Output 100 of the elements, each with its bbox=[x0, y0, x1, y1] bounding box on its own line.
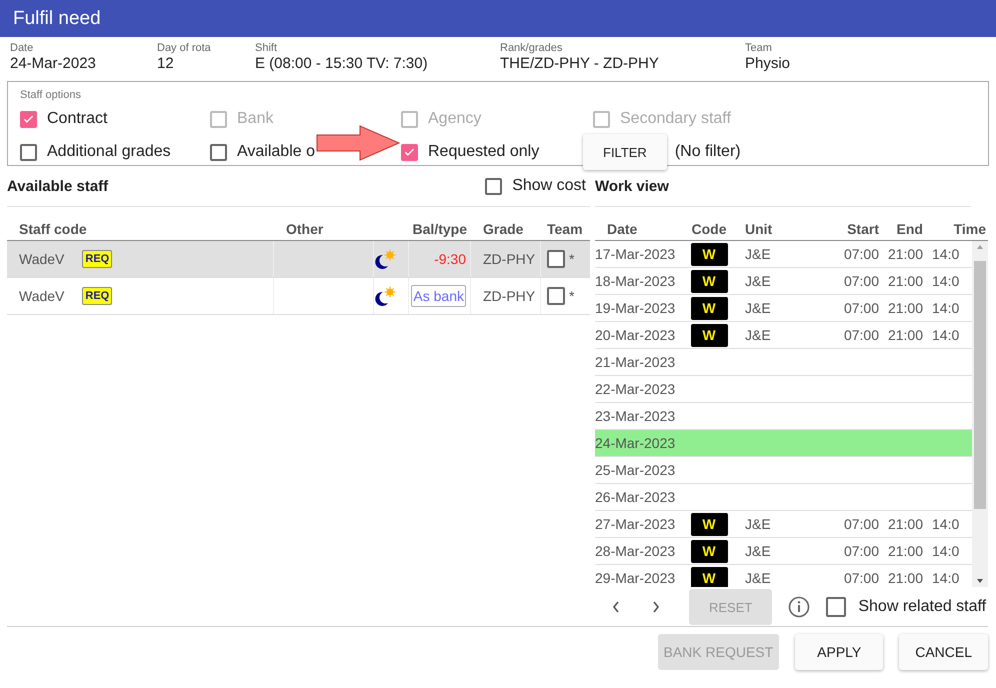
time-cell: 14:0 bbox=[932, 516, 960, 532]
field-value: E (08:00 - 15:30 TV: 7:30) bbox=[255, 55, 429, 72]
action-button[interactable]: APPLY bbox=[795, 634, 884, 670]
shift-code: W bbox=[690, 270, 728, 292]
start-cell: 07:00 bbox=[844, 300, 879, 316]
checkbox-label[interactable]: Available o bbox=[237, 143, 315, 161]
filter-status: (No filter) bbox=[674, 143, 741, 161]
action-button[interactable]: CANCEL bbox=[899, 634, 988, 670]
chevron-left-icon[interactable] bbox=[611, 599, 621, 615]
column-header: End bbox=[896, 221, 924, 237]
field-value: 24-Mar-2023 bbox=[10, 55, 97, 72]
req-badge: REQ bbox=[82, 250, 112, 268]
asterisk-mark: * bbox=[569, 288, 574, 304]
unit-cell: J&E bbox=[745, 327, 771, 343]
date-cell-text: 20-Mar-2023 bbox=[595, 327, 676, 343]
date-cell-text: 21-Mar-2023 bbox=[595, 354, 676, 370]
column-header: Other bbox=[285, 221, 324, 237]
staff-code: WadeV bbox=[19, 251, 64, 267]
checkbox[interactable] bbox=[826, 597, 846, 617]
table-row[interactable]: WadeV REQ As bank ZD-PHY * bbox=[7, 278, 590, 315]
end-cell: 21:00 bbox=[888, 246, 923, 262]
shift-code: W bbox=[690, 566, 728, 587]
start-cell: 07:00 bbox=[844, 543, 879, 559]
checkbox[interactable] bbox=[20, 144, 37, 160]
staff-code: WadeV bbox=[19, 288, 64, 304]
filter-button[interactable]: FILTER bbox=[583, 134, 667, 170]
window-title: Fulfil need bbox=[13, 8, 101, 30]
date-cell-text: 28-Mar-2023 bbox=[595, 543, 676, 559]
arrow-icon bbox=[316, 125, 400, 161]
shift-code: W bbox=[690, 242, 728, 266]
field-value: 12 bbox=[157, 55, 175, 72]
scrollbar[interactable] bbox=[972, 241, 988, 587]
checkbox[interactable] bbox=[547, 250, 565, 268]
checkbox[interactable] bbox=[20, 110, 37, 128]
checkbox-label[interactable]: Show cost bbox=[512, 177, 586, 195]
shift-code: W bbox=[690, 296, 728, 320]
column-header: Unit bbox=[744, 221, 774, 237]
grade-cell: ZD-PHY bbox=[483, 288, 536, 304]
checkbox-label[interactable]: Show related staff bbox=[858, 598, 986, 616]
time-cell: 14:0 bbox=[932, 570, 960, 586]
shift-code: W bbox=[690, 324, 728, 346]
column-header: Time bbox=[952, 221, 986, 237]
section-title: Available staff bbox=[7, 178, 108, 194]
date-cell-text: 17-Mar-2023 bbox=[595, 246, 676, 262]
checkbox[interactable] bbox=[401, 144, 418, 160]
field-label: Rank/grades bbox=[500, 42, 564, 54]
field-label: Day of rota bbox=[157, 42, 212, 54]
start-cell: 07:00 bbox=[844, 246, 879, 262]
checkbox[interactable] bbox=[210, 144, 227, 160]
column-header: Staff code bbox=[18, 221, 88, 237]
start-cell: 07:00 bbox=[844, 327, 879, 343]
time-cell: 14:0 bbox=[932, 327, 960, 343]
start-cell: 07:00 bbox=[844, 570, 879, 586]
date-cell-text: 18-Mar-2023 bbox=[595, 273, 676, 289]
end-cell: 21:00 bbox=[888, 273, 923, 289]
unit-cell: J&E bbox=[745, 300, 771, 316]
end-cell: 21:00 bbox=[888, 516, 923, 532]
checkbox[interactable] bbox=[485, 178, 502, 194]
time-cell: 14:0 bbox=[932, 300, 960, 316]
moon-sun-icon bbox=[374, 249, 396, 269]
unit-cell: J&E bbox=[745, 516, 771, 532]
date-cell-text: 29-Mar-2023 bbox=[595, 570, 676, 586]
field-value: THE/ZD-PHY - ZD-PHY bbox=[500, 55, 660, 72]
req-badge: REQ bbox=[82, 287, 112, 305]
table-row[interactable]: WadeV REQ -9:30 ZD-PHY * bbox=[7, 241, 590, 278]
time-cell: 14:0 bbox=[932, 273, 960, 289]
date-cell-text: 22-Mar-2023 bbox=[595, 381, 676, 397]
field-value: Physio bbox=[745, 55, 790, 72]
end-cell: 21:00 bbox=[888, 327, 923, 343]
date-cell-text: 26-Mar-2023 bbox=[595, 489, 676, 505]
checkbox[interactable] bbox=[547, 287, 565, 305]
date-cell-text: 23-Mar-2023 bbox=[595, 408, 676, 424]
moon-sun-icon bbox=[374, 286, 396, 306]
start-cell: 07:00 bbox=[844, 516, 879, 532]
end-cell: 21:00 bbox=[888, 543, 923, 559]
column-header: Start bbox=[846, 221, 879, 237]
as-bank-button[interactable]: As bank bbox=[411, 285, 466, 307]
field-label: Shift bbox=[255, 42, 278, 54]
unit-cell: J&E bbox=[745, 543, 771, 559]
checkbox-label[interactable]: Contract bbox=[47, 110, 108, 128]
shift-code: W bbox=[690, 540, 728, 562]
shift-code: W bbox=[690, 512, 728, 536]
checkbox-label[interactable]: Additional grades bbox=[47, 143, 171, 161]
field-label: Team bbox=[745, 42, 773, 54]
date-cell-text: 27-Mar-2023 bbox=[595, 516, 676, 532]
date-cell-text: 25-Mar-2023 bbox=[595, 462, 676, 478]
time-cell: 14:0 bbox=[932, 246, 960, 262]
checkbox-label[interactable]: Requested only bbox=[428, 143, 540, 161]
panel-legend: Staff options bbox=[20, 89, 81, 101]
info-icon[interactable] bbox=[788, 596, 810, 618]
section-title: Work view bbox=[595, 178, 669, 194]
column-header: Code bbox=[690, 221, 728, 237]
grade-cell: ZD-PHY bbox=[483, 251, 536, 267]
column-header: Date bbox=[606, 221, 638, 237]
chevron-right-icon[interactable] bbox=[651, 599, 661, 615]
asterisk-mark: * bbox=[569, 251, 574, 267]
unit-cell: J&E bbox=[745, 273, 771, 289]
start-cell: 07:00 bbox=[844, 273, 879, 289]
end-cell: 21:00 bbox=[888, 300, 923, 316]
unit-cell: J&E bbox=[745, 570, 771, 586]
